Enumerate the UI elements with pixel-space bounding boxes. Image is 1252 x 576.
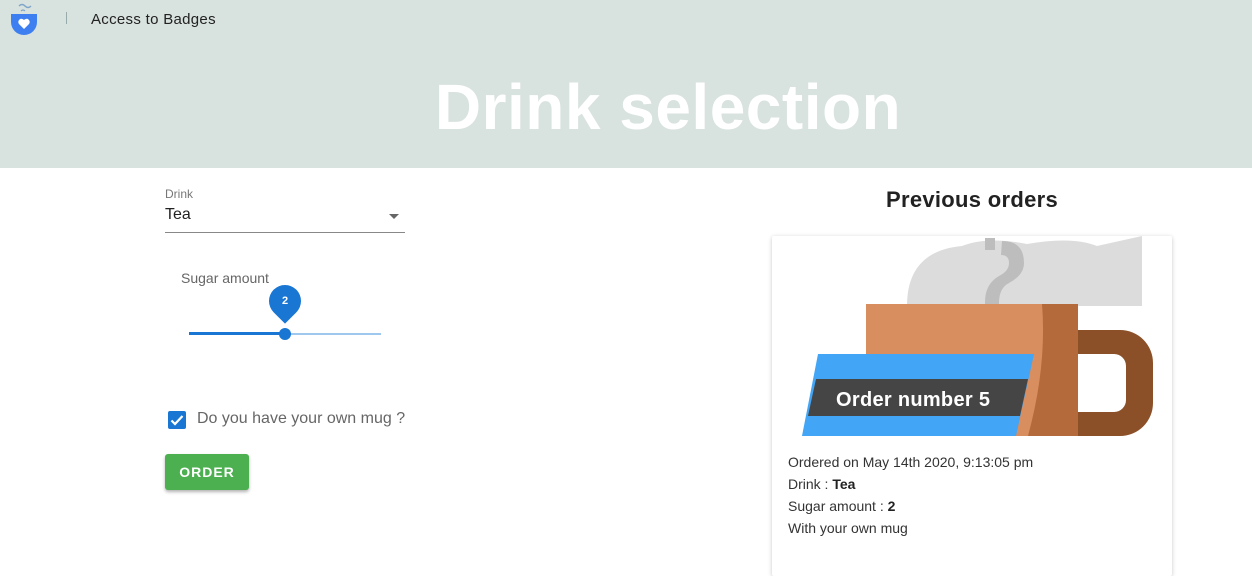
- order-sugar-line: Sugar amount : 2: [788, 498, 895, 514]
- order-button[interactable]: ORDER: [165, 454, 249, 490]
- order-drink-prefix: Drink :: [788, 476, 833, 492]
- order-sugar-value: 2: [887, 498, 896, 514]
- sugar-amount-label: Sugar amount: [181, 270, 269, 286]
- order-date: Ordered on May 14th 2020, 9:13:05 pm: [788, 454, 1034, 470]
- drink-select-value: Tea: [165, 206, 191, 223]
- checkmark-icon: [170, 415, 184, 426]
- sugar-amount-slider[interactable]: 2: [189, 278, 381, 344]
- slider-thumb[interactable]: [279, 328, 291, 340]
- previous-orders-title: Previous orders: [885, 187, 1058, 212]
- order-number-label: Order number 5: [836, 389, 991, 411]
- order-mug-line: With your own mug: [788, 520, 908, 536]
- page-title: Drink selection: [434, 71, 902, 143]
- header-divider: [66, 12, 67, 24]
- own-mug-checkbox[interactable]: [168, 411, 186, 429]
- order-drink-line: Drink : Tea: [788, 476, 855, 492]
- order-sugar-prefix: Sugar amount :: [788, 498, 888, 514]
- drink-label: Drink: [165, 187, 194, 201]
- slider-fill: [189, 332, 285, 335]
- access-to-badges-link[interactable]: Access to Badges: [91, 11, 216, 28]
- drink-select[interactable]: Tea: [165, 204, 405, 233]
- order-card: Order number 5 Ordered on May 14th 2020,…: [772, 236, 1172, 576]
- coffee-heart-logo-icon[interactable]: [9, 2, 39, 36]
- chevron-down-icon: [389, 214, 399, 219]
- app-header: Access to Badges Drink selection: [0, 0, 1252, 168]
- order-drink-value: Tea: [832, 476, 856, 492]
- slider-value-label: 2: [281, 295, 289, 307]
- own-mug-label[interactable]: Do you have your own mug ?: [197, 410, 405, 428]
